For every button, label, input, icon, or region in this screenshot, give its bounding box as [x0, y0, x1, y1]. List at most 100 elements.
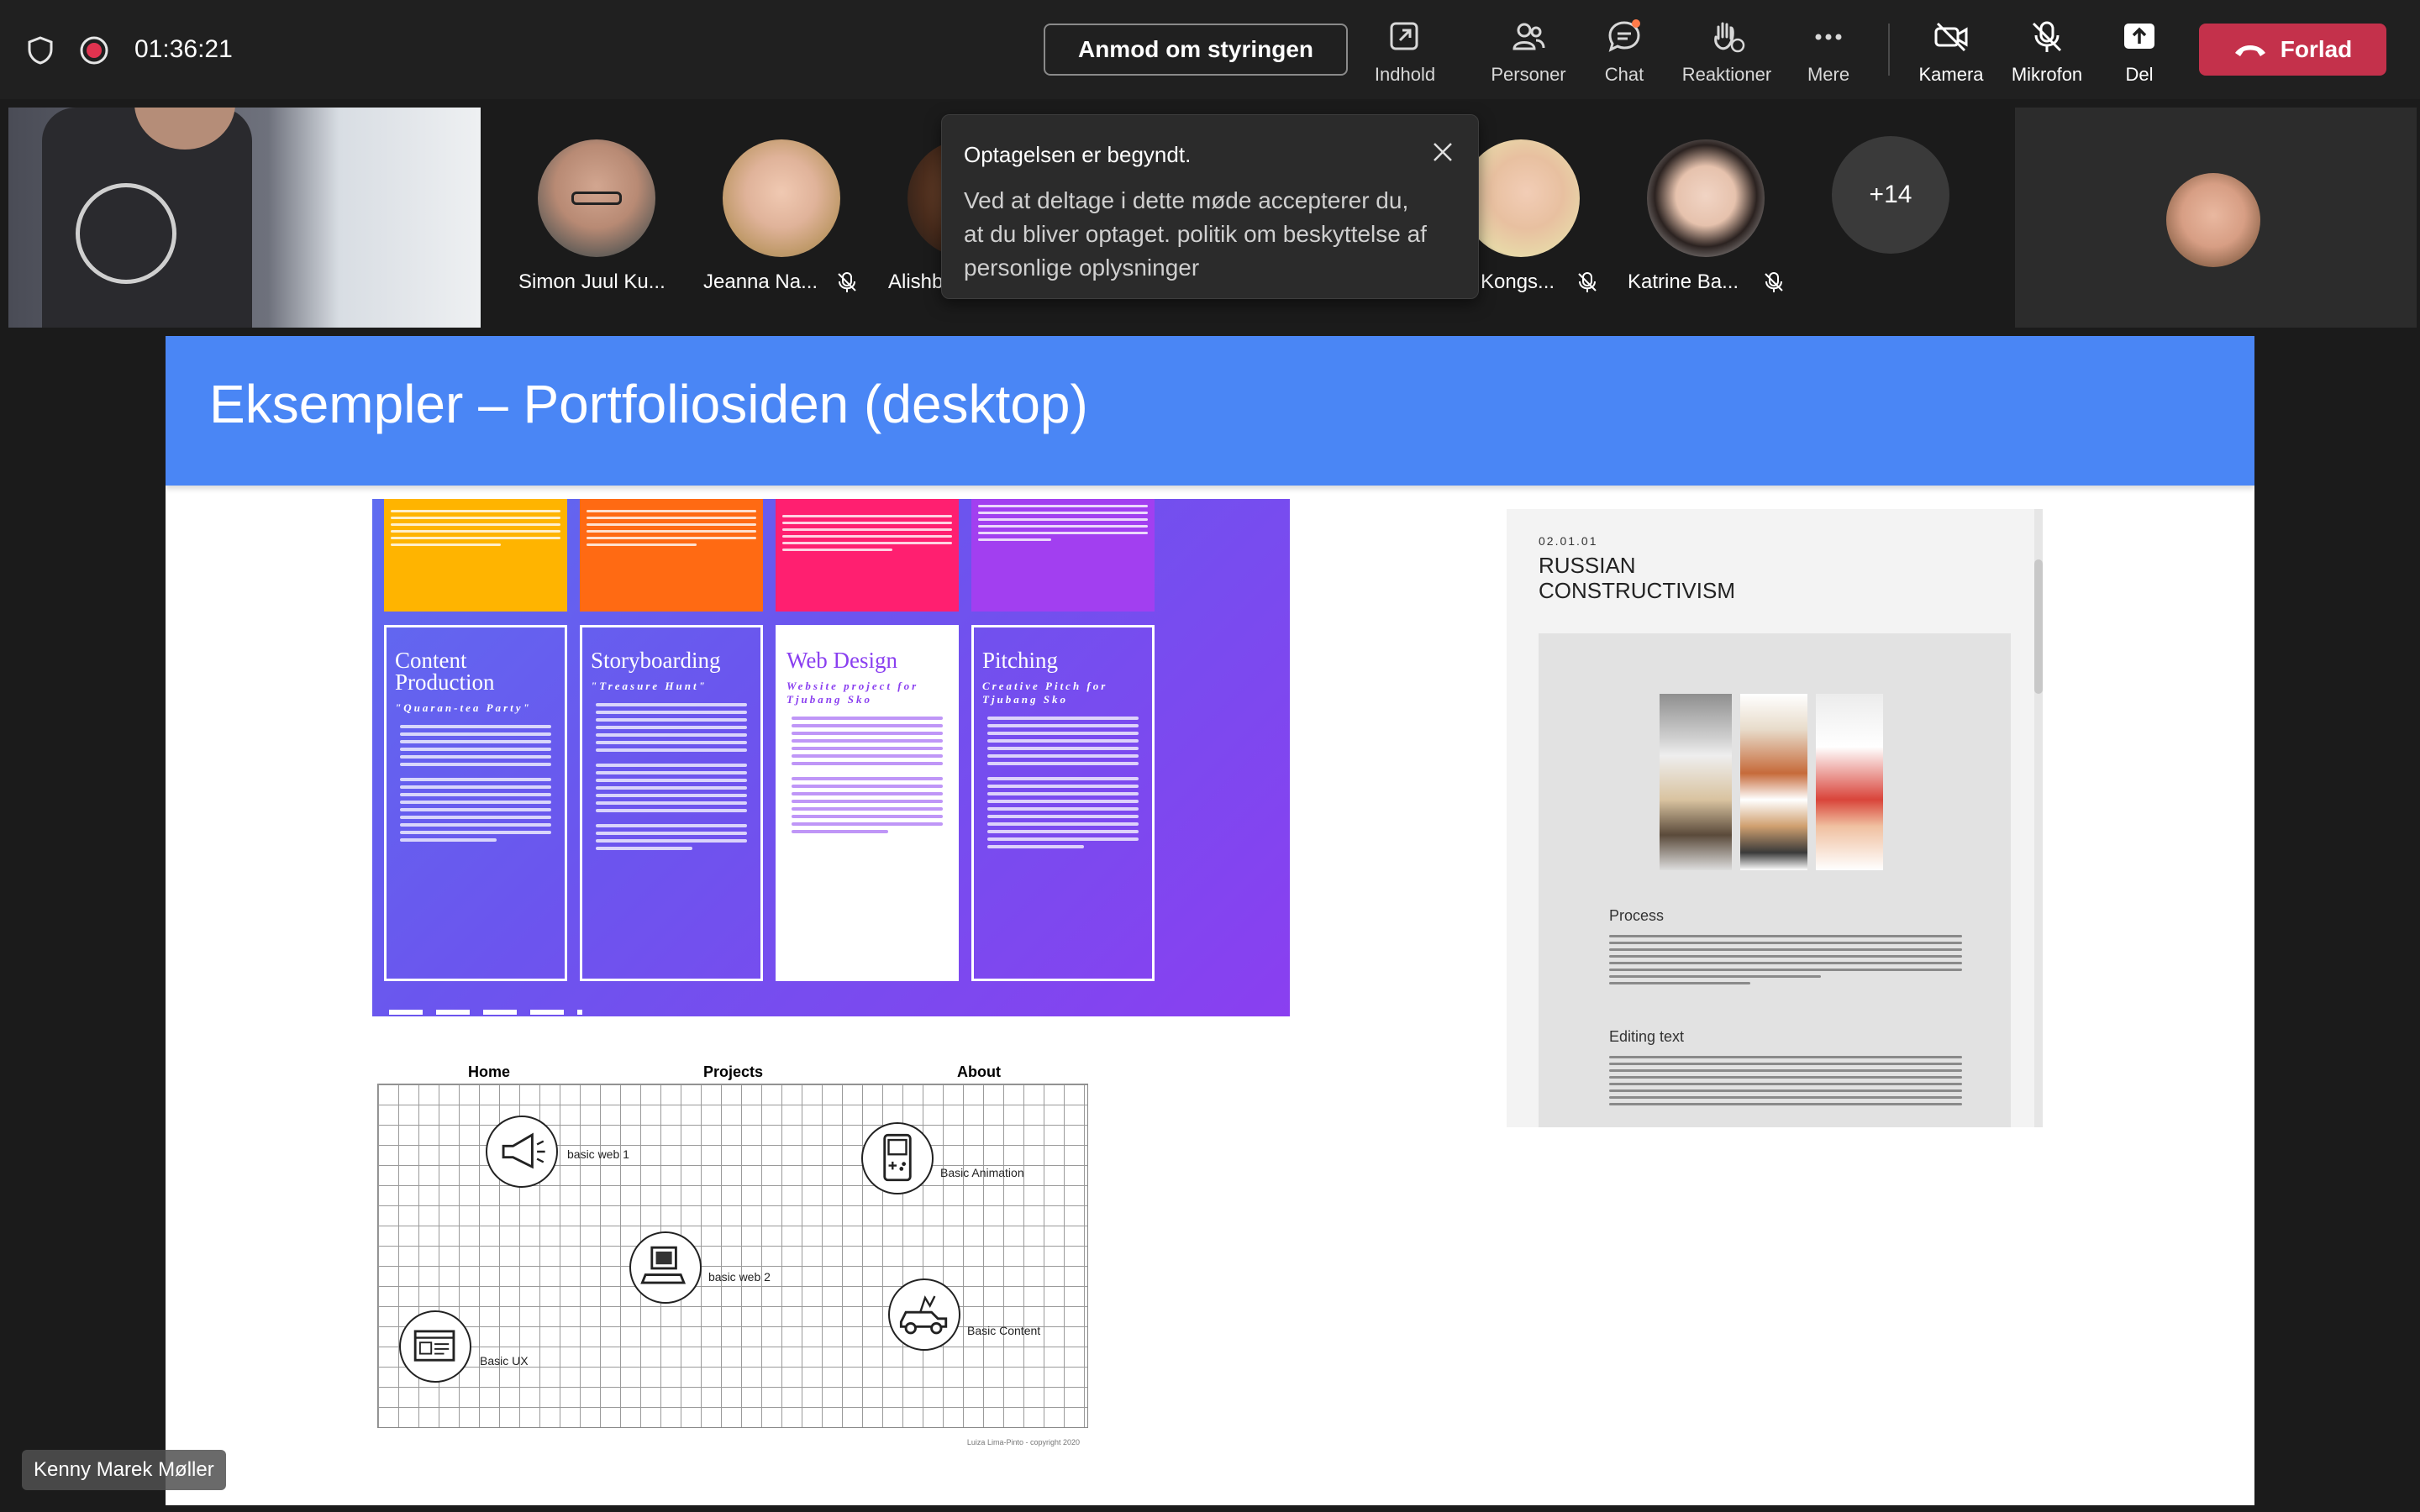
people-button-label: Personer [1491, 64, 1566, 85]
participant-video-tile[interactable] [8, 108, 481, 328]
card-top-block [384, 499, 567, 612]
mic-off-icon [1578, 272, 1597, 292]
close-icon[interactable] [1426, 135, 1460, 169]
nav-home: Home [468, 1063, 511, 1080]
project-title: RUSSIAN CONSTRUCTIVISM [1539, 553, 1735, 603]
chat-button-label: Chat [1604, 64, 1644, 85]
editing-text [1609, 1052, 1962, 1110]
portfolio-card: Web Design Website project for Tjubang S… [776, 499, 959, 981]
mic-off-icon [2032, 21, 2062, 52]
process-heading: Process [1609, 907, 1665, 924]
portfolio-card: Pitching Creative Pitch for Tjubang Sko [971, 499, 1155, 981]
sitemap-sketch: Home Projects About basic web 1 Basic An… [372, 1063, 1093, 1473]
share-button[interactable]: Del [2093, 13, 2186, 89]
project-number: 02.01.01 [1539, 534, 1598, 548]
poster-thumbnail [1740, 694, 1807, 870]
card-subtitle: Creative Pitch for Tjubang Sko [982, 680, 1108, 706]
scrollbar-thumb[interactable] [2034, 559, 2043, 694]
grid-background [377, 1084, 1088, 1428]
participant-name: Simon Juul Ku... [518, 270, 666, 293]
participant-name: Jeanna Na... [703, 270, 818, 293]
share-button-label: Del [2125, 64, 2154, 85]
toolbar-divider [1888, 24, 1890, 76]
avatar[interactable] [1647, 139, 1765, 257]
notification-title: Optagelsen er begyndt. [964, 142, 1192, 167]
mic-off-icon [1765, 272, 1783, 292]
node-label: basic web 2 [708, 1270, 771, 1284]
card-top-block [971, 499, 1155, 612]
microphone-button-label: Mikrofon [2011, 64, 2083, 85]
people-button[interactable]: Personer [1482, 13, 1575, 89]
microphone-button[interactable]: Mikrofon [2001, 13, 2093, 89]
nav-about: About [957, 1063, 1001, 1080]
reactions-icon [1714, 22, 1745, 53]
card-title: Content Production [395, 648, 495, 695]
leave-button-label: Forlad [2280, 36, 2353, 62]
slide-title: Eksempler – Portfoliosiden (desktop) [209, 374, 1088, 434]
node-label: Basic UX [480, 1354, 529, 1368]
poster-thumbnail [1660, 694, 1732, 870]
meeting-toolbar: 01:36:21 Anmod om styringen Indhold Pers… [0, 0, 2420, 99]
card-content: Pitching Creative Pitch for Tjubang Sko [971, 625, 1155, 981]
chat-button[interactable]: Chat [1578, 13, 1670, 89]
nav-projects: Projects [703, 1063, 764, 1080]
meeting-timer: 01:36:21 [134, 35, 233, 63]
node-label: basic web 1 [567, 1147, 629, 1161]
card-content: Content Production "Quaran-tea Party" [384, 625, 567, 981]
participant-video-tile[interactable] [2015, 108, 2417, 328]
notification-body: Ved at deltage i dette møde accepterer d… [964, 187, 1427, 281]
copyright: Luiza Lima-Pinto - copyright 2020 [966, 1438, 1080, 1446]
avatar [2166, 173, 2260, 267]
poster-thumbnail [1816, 694, 1883, 870]
avatar[interactable] [538, 139, 655, 257]
megaphone-icon [486, 1116, 558, 1188]
more-participants-button[interactable]: +14 [1832, 136, 1949, 254]
share-content-icon [1390, 22, 1418, 50]
scrollbar[interactable] [2034, 509, 2043, 1127]
leave-button[interactable]: Forlad [2199, 24, 2386, 76]
project-image-panel: Process Editing text [1539, 633, 2011, 1127]
presenter-name: Kenny Marek Møller [22, 1450, 226, 1490]
mic-off-icon [838, 272, 856, 292]
avatar[interactable] [1462, 139, 1580, 257]
more-icon [1815, 34, 1842, 40]
hang-up-icon [2234, 45, 2265, 56]
gameboy-icon [861, 1122, 934, 1194]
more-button-label: Mere [1807, 64, 1850, 85]
portfolio-card: Content Production "Quaran-tea Party" [384, 499, 567, 981]
card-subtitle: "Quaran-tea Party" [395, 701, 532, 714]
participant-name: Alishb [888, 270, 944, 293]
camera-button[interactable]: Kamera [1905, 13, 1997, 89]
card-top-block [776, 499, 959, 612]
card-top-block [580, 499, 763, 612]
card-content: Storyboarding "Treasure Hunt" [580, 625, 763, 981]
card-subtitle: "Treasure Hunt" [591, 680, 708, 692]
camera-off-icon [1934, 22, 1968, 52]
participant-name: Katrine Ba... [1628, 270, 1739, 293]
content-button[interactable]: Indhold [1359, 13, 1451, 89]
reactions-button[interactable]: Reaktioner [1681, 13, 1773, 89]
more-button[interactable]: Mere [1782, 13, 1875, 89]
avatar[interactable] [723, 139, 840, 257]
card-content: Web Design Website project for Tjubang S… [776, 625, 959, 981]
avatar-glasses [571, 192, 622, 205]
slide-header: Eksempler – Portfoliosiden (desktop) [166, 336, 2254, 486]
car-icon [888, 1278, 960, 1351]
portfolio-cards-screenshot: Content Production "Quaran-tea Party" St… [372, 499, 1290, 1016]
card-title: Pitching [982, 648, 1059, 673]
request-control-button[interactable]: Anmod om styringen [1044, 24, 1348, 76]
process-text [1609, 931, 1962, 989]
people-icon [1512, 23, 1545, 50]
card-title: Storyboarding [591, 648, 721, 673]
card-title: Web Design [786, 648, 898, 673]
russian-constructivism-screenshot: 02.01.01 RUSSIAN CONSTRUCTIVISM Process … [1507, 509, 2043, 1127]
camera-button-label: Kamera [1918, 64, 1984, 85]
computer-icon [629, 1231, 702, 1304]
recording-indicator-icon [79, 35, 109, 66]
shared-slide: Eksempler – Portfoliosiden (desktop) Con… [166, 336, 2254, 1505]
recording-notification: Optagelsen er begyndt. Ved at deltage i … [941, 114, 1479, 299]
editing-heading: Editing text [1609, 1028, 1685, 1045]
portfolio-card: Storyboarding "Treasure Hunt" [580, 499, 763, 981]
page-indicator [389, 1010, 582, 1015]
shield-icon [25, 35, 55, 66]
